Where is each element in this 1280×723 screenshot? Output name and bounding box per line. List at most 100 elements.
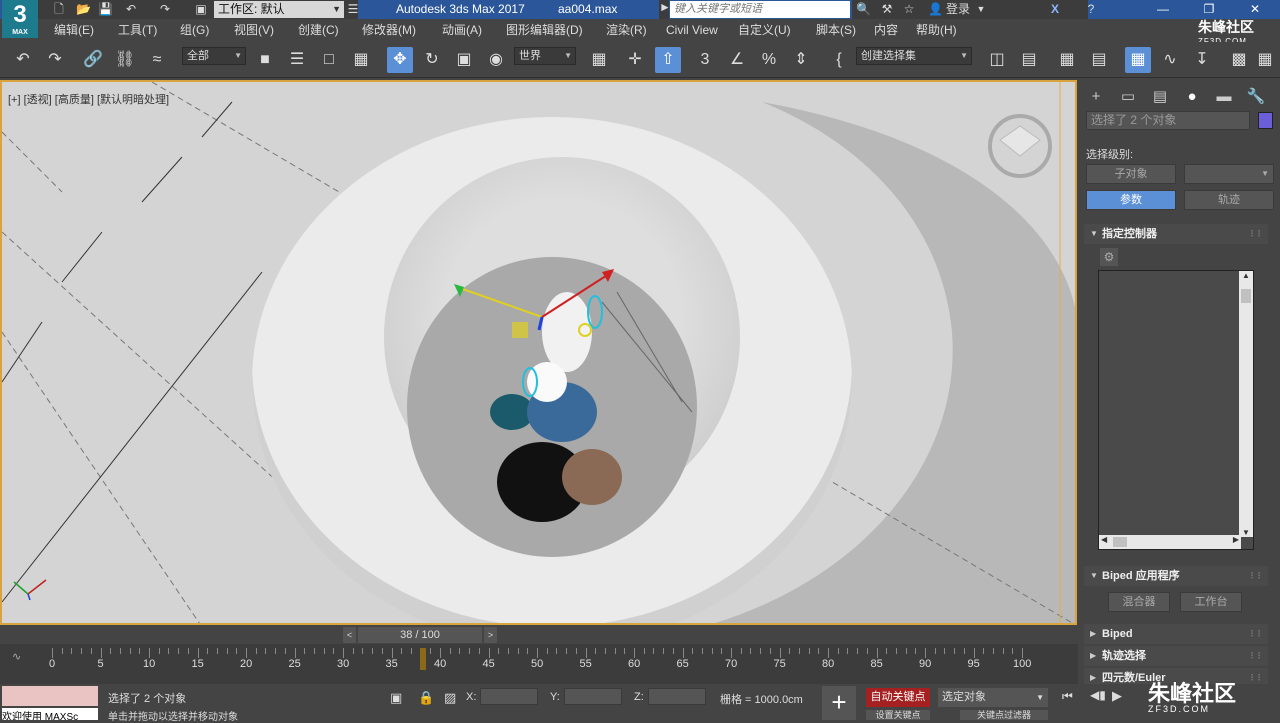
percent-snap-icon[interactable]: %	[756, 47, 782, 73]
selection-filter-dropdown[interactable]: 全部 ▼	[182, 47, 246, 65]
customize-qat-icon[interactable]: ☰	[346, 2, 360, 16]
viewport-menu-plus[interactable]: [+]	[8, 94, 21, 106]
open-file-icon[interactable]: 📂	[76, 2, 91, 16]
menu-edit[interactable]: 编辑(E)	[54, 22, 94, 39]
menu-animation[interactable]: 动画(A)	[442, 22, 482, 39]
set-key-button[interactable]: 设置关键点	[866, 710, 930, 720]
lock-selection-icon[interactable]: 🔒	[418, 690, 434, 706]
controller-tree-list[interactable]: ▲ ▼ ◀ ▶	[1098, 270, 1254, 550]
prev-key-icon[interactable]: ◀▮	[1090, 688, 1106, 702]
scene-explorer-icon[interactable]: ▦	[1054, 47, 1080, 73]
menu-scripting[interactable]: 脚本(S)	[816, 22, 856, 39]
ribbon-toggle-icon[interactable]: ▦	[1125, 47, 1151, 73]
unlink-icon[interactable]: ⛓	[112, 47, 138, 73]
pivot-center-icon[interactable]: ▦	[586, 47, 612, 73]
search-expand-icon[interactable]: ►	[659, 0, 671, 19]
controller-vertical-scrollbar[interactable]: ▲ ▼	[1239, 271, 1253, 537]
biped-rollout[interactable]: ▶ Biped ⋮⋮	[1084, 624, 1268, 644]
select-manipulate-icon[interactable]: ✛	[622, 47, 648, 73]
app-logo[interactable]: 3 MAX	[2, 0, 38, 38]
communication-icon[interactable]: ⚒	[880, 2, 894, 16]
assign-controller-icon[interactable]: ⚙	[1100, 248, 1118, 266]
perspective-viewport[interactable]: [+] [透视] [高质量] [默认明暗处理]	[0, 80, 1077, 625]
login-label[interactable]: 登录	[946, 0, 970, 19]
keyboard-shortcut-override-icon[interactable]: ⇧	[655, 47, 681, 73]
biped-apps-rollout[interactable]: ▼ Biped 应用程序 ⋮⋮	[1084, 566, 1268, 586]
minimize-button[interactable]: —	[1140, 0, 1186, 19]
curve-editor-icon[interactable]: ∿	[1157, 47, 1183, 73]
schematic-view-icon[interactable]: ↧	[1189, 47, 1215, 73]
binoculars-icon[interactable]: 🔍	[856, 2, 871, 16]
undo-icon[interactable]: ↶	[10, 47, 36, 73]
menu-views[interactable]: 视图(V)	[234, 22, 274, 39]
display-tab-icon[interactable]: ▬	[1212, 86, 1236, 108]
viewport-label[interactable]: [+] [透视] [高质量] [默认明暗处理]	[8, 91, 169, 107]
named-selection-dropdown[interactable]: 创建选择集 ▼	[856, 47, 972, 65]
viewport-menu-shading[interactable]: [默认明暗处理]	[97, 94, 169, 106]
viewport-menu-view[interactable]: [透视]	[24, 94, 52, 106]
menu-create[interactable]: 创建(C)	[298, 22, 339, 39]
select-rotate-icon[interactable]: ↻	[419, 47, 445, 73]
welcome-text[interactable]: 欢迎使用 MAXSc	[2, 708, 98, 720]
parameters-button[interactable]: 参数	[1086, 190, 1176, 210]
login-dropdown-icon[interactable]: ▼	[974, 2, 988, 16]
viewport-scene[interactable]	[2, 82, 1077, 625]
mirror-icon[interactable]: ◫	[984, 47, 1010, 73]
help-icon[interactable]: ?	[1084, 2, 1098, 16]
select-move-icon[interactable]: ✥	[387, 47, 413, 73]
viewport-menu-quality[interactable]: [高质量]	[55, 94, 94, 106]
menu-customize[interactable]: 自定义(U)	[738, 22, 791, 39]
bind-spacewarp-icon[interactable]: ≈	[144, 47, 170, 73]
utilities-tab-icon[interactable]: 🔧	[1244, 86, 1268, 108]
favorites-star-icon[interactable]: ☆	[902, 2, 916, 16]
menu-group[interactable]: 组(G)	[180, 22, 209, 39]
user-icon[interactable]: 👤	[928, 2, 943, 16]
absolute-mode-icon[interactable]: ▨	[444, 690, 456, 706]
align-icon[interactable]: ▤	[1016, 47, 1042, 73]
next-frame-arrow[interactable]: >	[484, 627, 497, 643]
current-frame-marker[interactable]	[420, 648, 426, 670]
window-crossing-icon[interactable]: ▦	[348, 47, 374, 73]
menu-help[interactable]: 帮助(H)	[916, 22, 957, 39]
sub-object-dropdown[interactable]: ▼	[1184, 164, 1274, 184]
go-to-start-icon[interactable]: ⏮	[1062, 689, 1073, 704]
search-input[interactable]: 键入关键字或短语	[670, 1, 850, 18]
angle-snap-icon[interactable]: ∠	[724, 47, 750, 73]
select-scale-icon[interactable]: ▣	[451, 47, 477, 73]
auto-key-button[interactable]: 自动关键点	[866, 688, 930, 707]
layer-explorer-icon[interactable]: ▤	[1086, 47, 1112, 73]
menu-civil-view[interactable]: Civil View	[666, 22, 718, 39]
assign-controller-rollout[interactable]: ▼ 指定控制器 ⋮⋮	[1084, 224, 1268, 244]
key-mode-dropdown[interactable]: 选定对象 ▼	[938, 688, 1048, 707]
menu-modifiers[interactable]: 修改器(M)	[362, 22, 416, 39]
trajectories-button[interactable]: 轨迹	[1184, 190, 1274, 210]
menu-content[interactable]: 内容	[874, 22, 898, 39]
snaps-toggle-icon[interactable]: 3	[692, 47, 718, 73]
track-bar[interactable]: ∿ 0 5 10 15 20 25 30 35 40 45 50 55 60 65 70 75 80 85 90 95…	[0, 644, 1078, 684]
render-setup-icon[interactable]: ▦	[1256, 47, 1274, 73]
x-coordinate-field[interactable]	[480, 688, 538, 705]
modify-tab-icon[interactable]: ▭	[1116, 86, 1140, 108]
maxscript-listener-mini[interactable]	[2, 686, 98, 706]
key-filters-button[interactable]: 关键点过滤器	[960, 710, 1048, 720]
hierarchy-tab-icon[interactable]: ▤	[1148, 86, 1172, 108]
new-file-icon[interactable]: 🗋	[52, 2, 66, 16]
reference-coord-dropdown[interactable]: 世界 ▼	[514, 47, 576, 65]
project-icon[interactable]: ▣	[194, 2, 208, 16]
track-selection-rollout[interactable]: ▶ 轨迹选择 ⋮⋮	[1084, 646, 1268, 666]
spinner-snap-icon[interactable]: ⇕	[788, 47, 814, 73]
time-slider[interactable]: < 38 / 100 >	[0, 626, 1078, 644]
workspace-dropdown[interactable]: 工作区: 默认 ▼	[214, 1, 344, 18]
motion-tab-icon[interactable]: ●	[1180, 86, 1204, 108]
object-color-swatch[interactable]	[1258, 112, 1273, 129]
link-icon[interactable]: 🔗	[80, 47, 106, 73]
save-icon[interactable]: 💾	[98, 2, 113, 16]
redo-icon[interactable]: ↷	[158, 2, 172, 16]
y-coordinate-field[interactable]	[564, 688, 622, 705]
z-coordinate-field[interactable]	[648, 688, 706, 705]
add-time-tag-icon[interactable]: +	[822, 686, 856, 720]
play-icon[interactable]: ▶	[1112, 688, 1122, 704]
select-by-name-icon[interactable]: ☰	[284, 47, 310, 73]
select-object-icon[interactable]: ■	[252, 47, 278, 73]
menu-graph-editors[interactable]: 图形编辑器(D)	[506, 22, 583, 39]
